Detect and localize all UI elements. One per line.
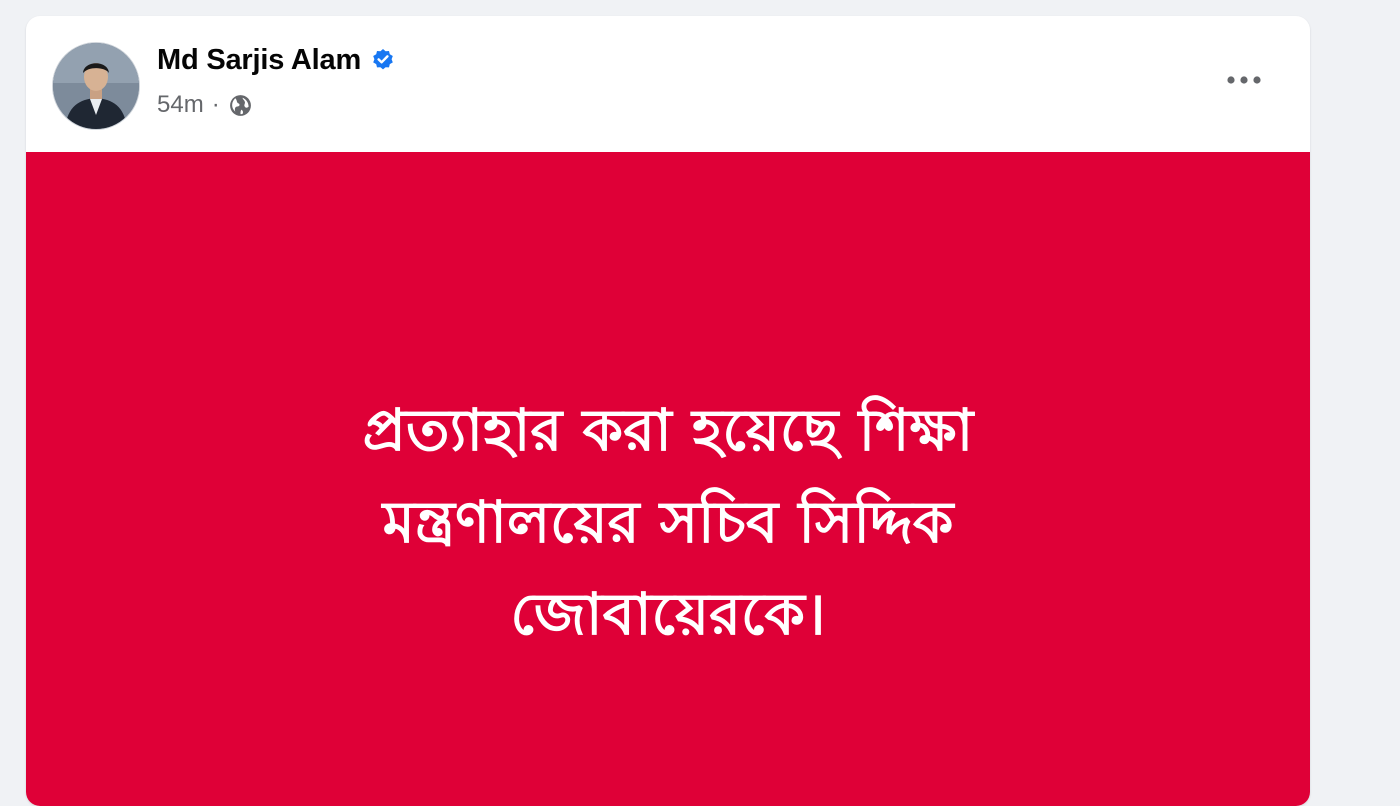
media-text-line-3: জোবায়েরকে।: [510, 580, 826, 648]
media-text-line-2: মন্ত্রণালয়ের সচিব সিদ্দিক: [382, 488, 954, 556]
verified-badge-icon: [371, 48, 395, 72]
globe-icon[interactable]: [228, 93, 253, 118]
meta-separator: ·: [211, 91, 220, 118]
author-row: Md Sarjis Alam: [157, 42, 395, 78]
post-meta: 54m ·: [157, 88, 253, 122]
more-options-button[interactable]: [1216, 60, 1272, 100]
post-media[interactable]: প্রত্যাহার করা হয়েছে শিক্ষা মন্ত্রণালয়…: [26, 152, 1310, 806]
post-header: Md Sarjis Alam 54m ·: [26, 16, 1310, 152]
post-media-text: প্রত্যাহার করা হয়েছে শিক্ষা মন্ত্রণালয়…: [116, 384, 1220, 660]
media-text-line-1: প্রত্যাহার করা হয়েছে শিক্ষা: [362, 396, 974, 464]
post-timestamp[interactable]: 54m: [157, 91, 204, 119]
author-name[interactable]: Md Sarjis Alam: [157, 44, 361, 77]
author-avatar[interactable]: [52, 42, 140, 130]
more-options-icon: [1227, 76, 1261, 84]
avatar-image: [53, 43, 139, 129]
post-card: Md Sarjis Alam 54m · প্রত্যাহার করা হয়ে…: [26, 16, 1310, 806]
